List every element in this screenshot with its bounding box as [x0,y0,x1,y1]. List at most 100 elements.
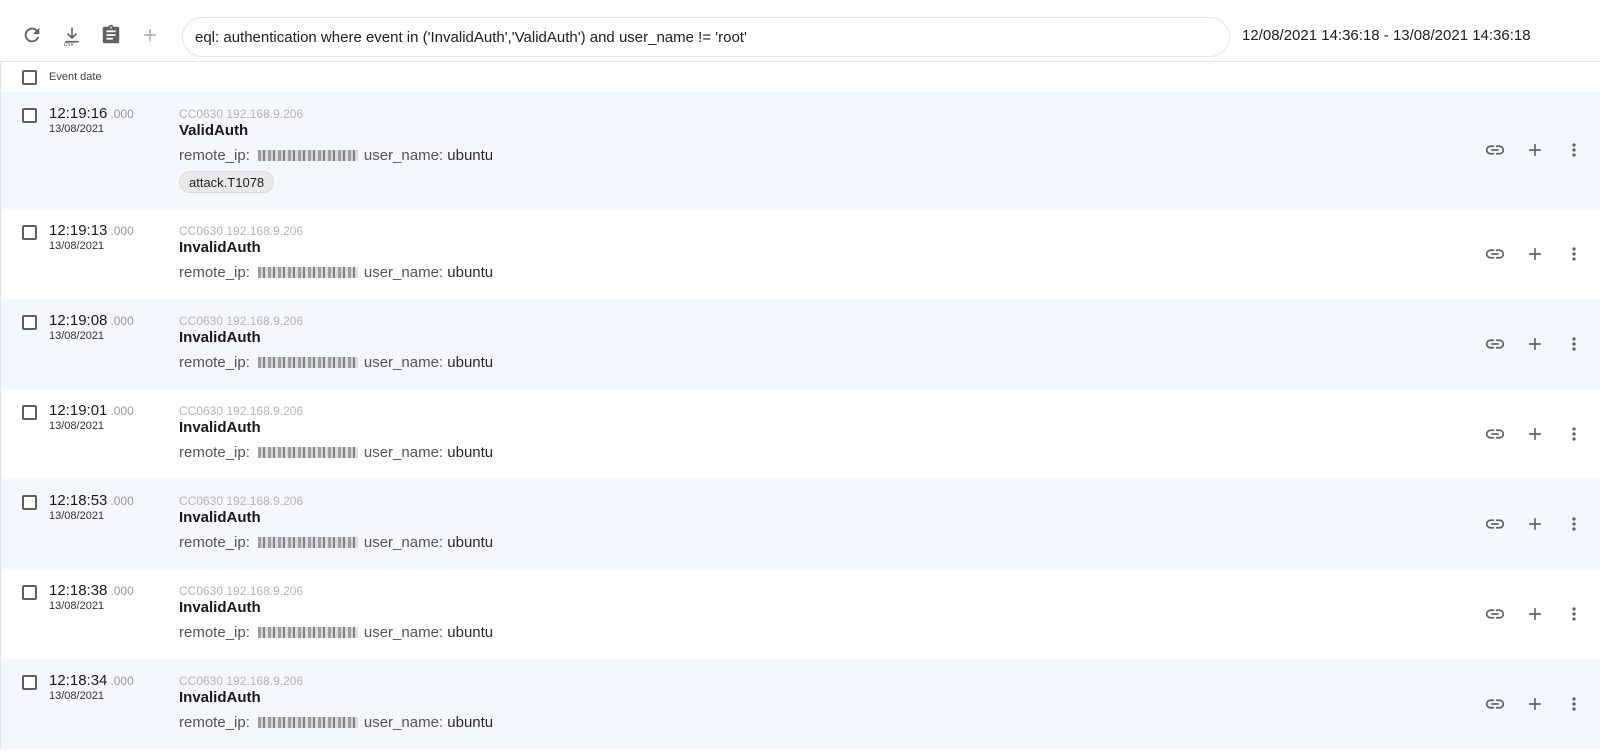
remote-ip-key: remote_ip: [179,147,250,164]
row-actions [1461,92,1600,209]
event-date: 13/08/2021 [49,510,105,522]
table-row[interactable]: 12:18:38.000 13/08/2021 CC0630 192.168.9… [1,569,1600,659]
user-name-key: user_name: [363,714,444,731]
add-icon[interactable] [1523,692,1547,716]
table-header: Event date [0,62,1600,92]
row-checkbox[interactable] [22,315,37,330]
more-vert-icon[interactable] [1562,602,1586,626]
table-row[interactable]: 12:19:13.000 13/08/2021 CC0630 192.168.9… [1,209,1600,299]
more-vert-icon[interactable] [1562,242,1586,266]
event-host: CC0630 192.168.9.206 [179,404,304,418]
event-name: InvalidAuth [179,509,261,526]
event-date-header[interactable]: Event date [49,71,102,83]
row-checkbox[interactable] [22,495,37,510]
link-icon[interactable] [1483,602,1507,626]
table-row[interactable]: 12:18:53.000 13/08/2021 CC0630 192.168.9… [1,479,1600,569]
event-date: 13/08/2021 [49,420,105,432]
event-time: 12:19:08.000 [49,312,134,329]
row-actions [1461,209,1600,299]
redacted-ip [257,627,358,638]
event-name: InvalidAuth [179,419,261,436]
table-row[interactable]: 12:18:34.000 13/08/2021 CC0630 192.168.9… [1,659,1600,749]
add-icon[interactable] [1523,422,1547,446]
add-icon[interactable] [1523,242,1547,266]
link-icon[interactable] [1483,692,1507,716]
user-name-key: user_name: [363,534,444,551]
user-name-key: user_name: [363,354,444,371]
row-checkbox[interactable] [22,585,37,600]
select-all-checkbox[interactable] [22,70,37,85]
row-actions [1461,659,1600,749]
add-icon[interactable] [1523,602,1547,626]
event-fields: remote_ip: user_name: ubuntu [179,444,493,461]
event-date: 13/08/2021 [49,600,105,612]
query-search-box[interactable] [182,17,1230,57]
row-actions [1461,479,1600,569]
csv-label: csv [64,42,74,48]
row-checkbox[interactable] [22,405,37,420]
user-name-value: ubuntu [447,714,494,731]
event-host: CC0630 192.168.9.206 [179,674,304,688]
event-time: 12:18:38.000 [49,582,134,599]
event-name: InvalidAuth [179,329,261,346]
clipboard-icon[interactable] [99,22,123,48]
event-host: CC0630 192.168.9.206 [179,584,304,598]
link-icon[interactable] [1483,242,1507,266]
user-name-value: ubuntu [447,624,494,641]
more-vert-icon[interactable] [1562,332,1586,356]
event-name: InvalidAuth [179,239,261,256]
table-row[interactable]: 12:19:16.000 13/08/2021 CC0630 192.168.9… [1,92,1600,209]
event-time: 12:19:01.000 [49,402,134,419]
query-input[interactable] [195,28,1217,46]
event-fields: remote_ip: user_name: ubuntu [179,534,493,551]
event-fields: remote_ip: user_name: ubuntu [179,624,493,641]
more-vert-icon[interactable] [1562,692,1586,716]
event-host: CC0630 192.168.9.206 [179,494,304,508]
remote-ip-key: remote_ip: [179,264,250,281]
attack-tag[interactable]: attack.T1078 [179,171,275,193]
link-icon[interactable] [1483,512,1507,536]
event-date: 13/08/2021 [49,240,105,252]
redacted-ip [257,717,358,728]
event-host: CC0630 192.168.9.206 [179,107,304,121]
redacted-ip [257,537,358,548]
table-row[interactable]: 12:19:08.000 13/08/2021 CC0630 192.168.9… [1,299,1600,389]
add-icon[interactable] [1523,332,1547,356]
event-name: InvalidAuth [179,689,261,706]
redacted-ip [257,357,358,368]
date-range[interactable]: 12/08/2021 14:36:18 - 13/08/2021 14:36:1… [1242,27,1531,44]
event-ms: .000 [110,404,134,418]
refresh-icon[interactable] [20,22,44,48]
event-fields: remote_ip: user_name: ubuntu [179,264,493,281]
user-name-value: ubuntu [447,534,494,551]
row-checkbox[interactable] [22,108,37,123]
add-icon[interactable] [138,22,162,48]
more-vert-icon[interactable] [1562,138,1586,162]
remote-ip-key: remote_ip: [179,444,250,461]
event-date: 13/08/2021 [49,690,105,702]
link-icon[interactable] [1483,138,1507,162]
user-name-key: user_name: [363,444,444,461]
event-host: CC0630 192.168.9.206 [179,314,304,328]
event-list: 12:19:16.000 13/08/2021 CC0630 192.168.9… [0,92,1600,749]
table-row[interactable]: 12:19:01.000 13/08/2021 CC0630 192.168.9… [1,389,1600,479]
add-icon[interactable] [1523,138,1547,162]
event-fields: remote_ip: user_name: ubuntu [179,147,493,164]
add-icon[interactable] [1523,512,1547,536]
remote-ip-key: remote_ip: [179,624,250,641]
event-date: 13/08/2021 [49,330,105,342]
user-name-key: user_name: [363,147,444,164]
more-vert-icon[interactable] [1562,422,1586,446]
row-checkbox[interactable] [22,225,37,240]
remote-ip-key: remote_ip: [179,534,250,551]
link-icon[interactable] [1483,422,1507,446]
user-name-value: ubuntu [447,147,494,164]
event-fields: remote_ip: user_name: ubuntu [179,714,493,731]
more-vert-icon[interactable] [1562,512,1586,536]
event-host: CC0630 192.168.9.206 [179,224,304,238]
row-actions [1461,389,1600,479]
event-ms: .000 [110,224,134,238]
row-checkbox[interactable] [22,675,37,690]
link-icon[interactable] [1483,332,1507,356]
event-time: 12:18:53.000 [49,492,134,509]
